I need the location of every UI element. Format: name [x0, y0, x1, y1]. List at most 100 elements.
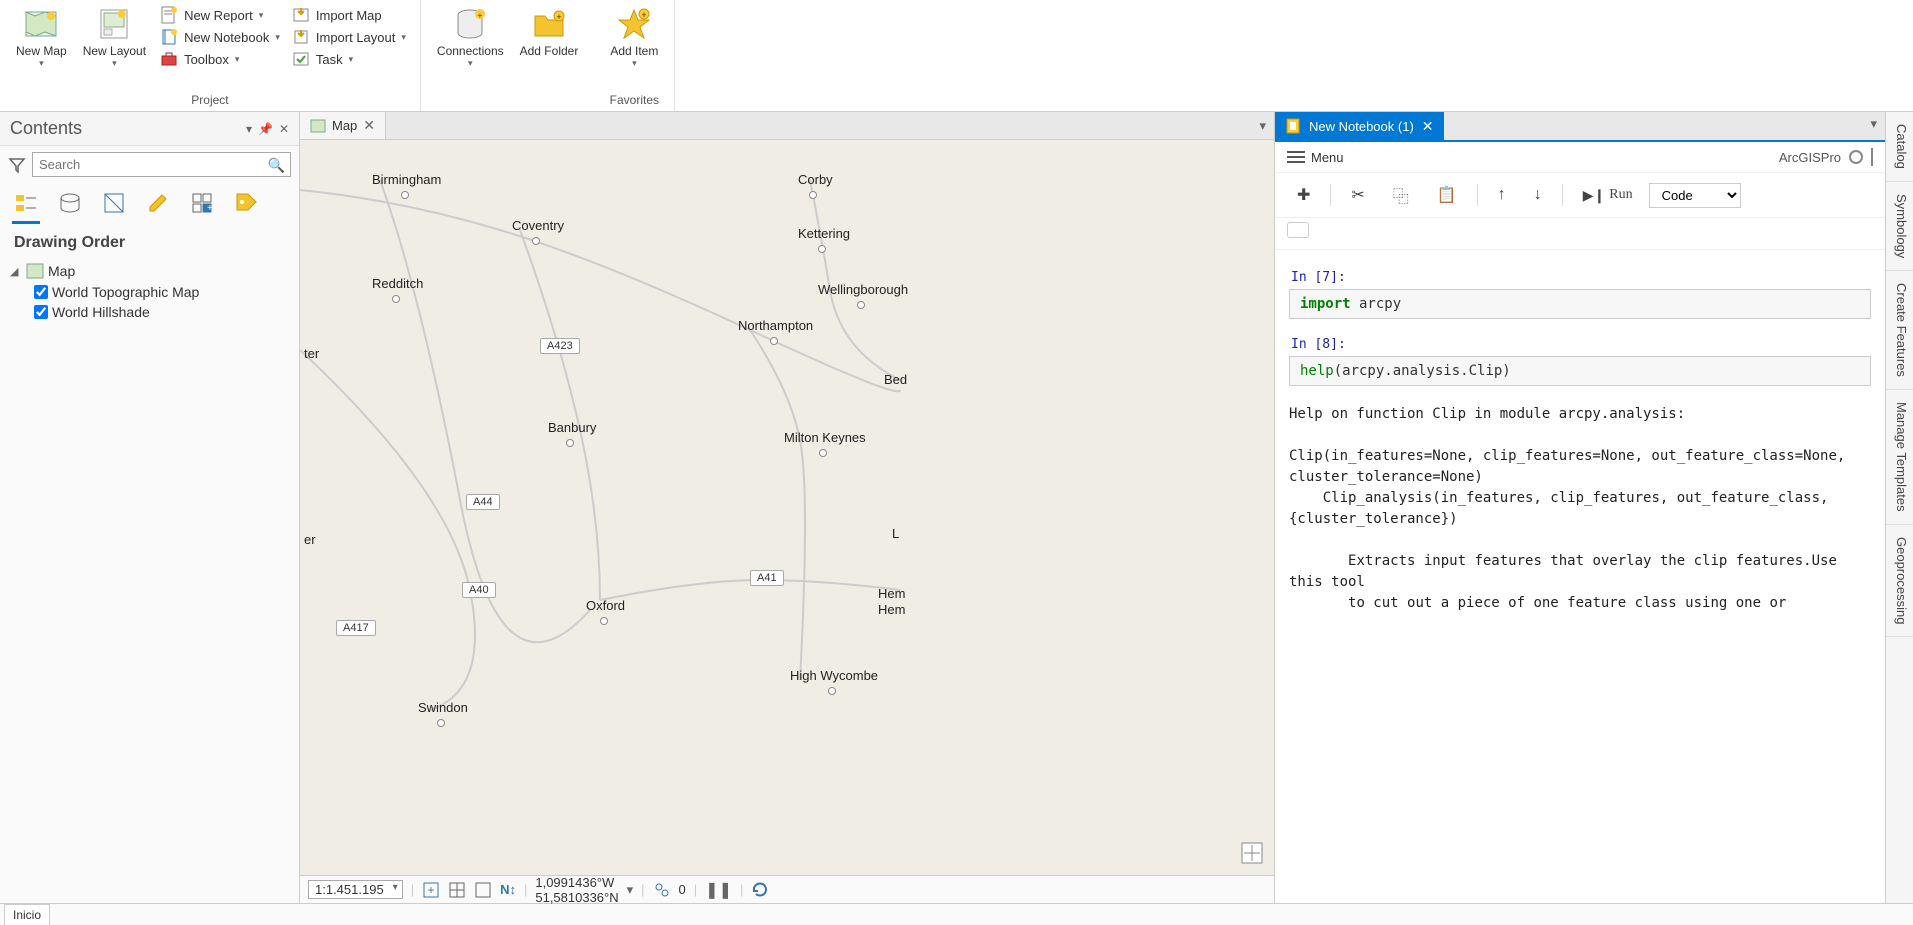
city-label: Northampton [738, 318, 813, 348]
coords-label: 1,0991436°W 51,5810336°N [535, 875, 618, 905]
map-icon [26, 262, 44, 280]
cell-type-select[interactable]: Code [1649, 183, 1741, 208]
move-down-button[interactable]: ↓ [1522, 180, 1554, 210]
layer-checkbox[interactable] [34, 305, 48, 319]
close-icon[interactable]: ✕ [1422, 118, 1434, 135]
notebook-cell[interactable]: In [8]:help(arcpy.analysis.Clip) [1289, 337, 1871, 386]
notebook-cells[interactable]: In [7]: import arcpy In [8]:help(arcpy.ana… [1275, 250, 1885, 903]
pin-icon[interactable]: 📌 [258, 122, 273, 136]
copy-button[interactable]: ⿻ [1381, 177, 1421, 213]
close-icon[interactable]: ✕ [279, 122, 289, 136]
pause-icon[interactable]: ❚❚ [705, 880, 732, 900]
cell-output: Help on function Clip in module arcpy.an… [1289, 404, 1871, 614]
connections-button[interactable]: + Connections▾ [429, 2, 512, 91]
import-layout-button[interactable]: Import Layout ▾ [292, 28, 406, 46]
report-icon [160, 6, 178, 24]
grid-icon[interactable] [448, 881, 466, 899]
snapping-icon[interactable] [474, 881, 492, 899]
road-label: A41 [750, 570, 784, 586]
map-canvas[interactable]: BirminghamCoventryRedditchBanburyOxfordS… [300, 140, 1274, 875]
add-item-button[interactable]: + Add Item▾ [602, 2, 666, 91]
ribbon-group-label: Favorites [602, 91, 666, 109]
add-folder-button[interactable]: + Add Folder [512, 2, 587, 91]
statusbar-tab[interactable]: Inicio [4, 904, 50, 925]
new-layout-button[interactable]: New Layout▾ [75, 2, 154, 91]
menu-button[interactable]: Menu [1287, 148, 1344, 166]
nav-icon[interactable] [1240, 841, 1264, 865]
svg-text:+: + [207, 203, 213, 214]
tab-dropdown-icon[interactable]: ▾ [1251, 118, 1274, 134]
cell-prompt: In [7]: [1291, 270, 1871, 285]
kernel-status-icon [1849, 150, 1863, 164]
move-up-button[interactable]: ↑ [1486, 180, 1518, 210]
city-label: Coventry [512, 218, 564, 248]
notebook-tab[interactable]: New Notebook (1) ✕ [1275, 112, 1444, 140]
right-tab-create-features[interactable]: Create Features [1886, 271, 1913, 390]
notebook-toolbar: ✚ ✂ ⿻ 📋 ↑ ↓ ▶❙ Run Code [1275, 173, 1885, 218]
right-tab-geoprocessing[interactable]: Geoprocessing [1886, 525, 1913, 637]
selection-icon[interactable] [653, 881, 671, 899]
new-map-button[interactable]: New Map▾ [8, 2, 75, 91]
import-map-icon [292, 6, 310, 24]
tree-map-node[interactable]: ◢ Map [10, 260, 289, 282]
road-label: A44 [466, 494, 500, 510]
paste-button[interactable]: 📋 [1425, 179, 1469, 211]
map-roads [300, 140, 1274, 875]
layer-label: World Topographic Map [52, 284, 199, 300]
north-icon[interactable]: N↕ [500, 882, 516, 897]
coords-dropdown[interactable]: ▾ [627, 882, 634, 898]
cut-button[interactable]: ✂ [1339, 179, 1376, 211]
map-icon [23, 6, 59, 42]
new-notebook-button[interactable]: New Notebook ▾ [160, 28, 280, 46]
dropdown-icon[interactable]: ▾ [246, 122, 252, 136]
notebook-icon [160, 28, 178, 46]
city-label: Kettering [798, 226, 850, 256]
run-button[interactable]: ▶❙ Run [1571, 181, 1645, 210]
road-label: A423 [540, 338, 580, 354]
close-icon[interactable]: ✕ [363, 117, 375, 134]
refresh-icon[interactable] [751, 881, 769, 899]
list-by-selection-icon[interactable] [102, 191, 126, 215]
map-statusbar: 1:1.451.195 | + N↕ | 1,0991436°W 51,5810… [300, 875, 1274, 903]
collapse-icon[interactable]: ◢ [10, 265, 22, 278]
list-by-edit-icon[interactable] [146, 191, 170, 215]
ribbon-group-label: Project [8, 91, 412, 109]
cell-code[interactable]: help(arcpy.analysis.Clip) [1289, 356, 1871, 386]
notebook-cell[interactable]: In [7]: import arcpy [1289, 270, 1871, 319]
layer-checkbox[interactable] [34, 285, 48, 299]
city-label: Corby [798, 172, 833, 202]
city-label: er [304, 532, 316, 547]
add-cell-button[interactable]: ✚ [1285, 179, 1322, 211]
import-layout-icon [292, 28, 310, 46]
list-by-drawing-icon[interactable] [14, 191, 38, 215]
list-by-label-icon[interactable] [234, 191, 258, 215]
list-by-source-icon[interactable] [58, 191, 82, 215]
cell-code[interactable]: import arcpy [1289, 289, 1871, 319]
selection-count: 0 [679, 882, 686, 897]
keyboard-icon[interactable] [1287, 222, 1309, 238]
task-button[interactable]: Task ▾ [292, 50, 406, 68]
right-tab-manage-templates[interactable]: Manage Templates [1886, 390, 1913, 525]
filter-icon[interactable] [8, 156, 26, 174]
layer-row[interactable]: World Hillshade [10, 302, 289, 322]
contents-title: Contents [10, 118, 240, 139]
import-map-button[interactable]: Import Map [292, 6, 406, 24]
right-tab-symbology[interactable]: Symbology [1886, 182, 1913, 271]
map-tab[interactable]: Map ✕ [300, 112, 386, 139]
search-icon[interactable]: 🔍 [268, 157, 285, 174]
add-preset-icon[interactable]: + [422, 881, 440, 899]
scale-input[interactable]: 1:1.451.195 [308, 880, 403, 899]
contents-search-input[interactable] [32, 152, 291, 177]
toolbox-button[interactable]: Toolbox ▾ [160, 50, 280, 68]
svg-text:+: + [642, 10, 647, 20]
right-tab-catalog[interactable]: Catalog [1886, 112, 1913, 182]
hamburger-icon [1287, 148, 1305, 166]
city-label: Banbury [548, 420, 596, 450]
new-report-button[interactable]: New Report ▾ [160, 6, 280, 24]
layer-row[interactable]: World Topographic Map [10, 282, 289, 302]
svg-text:+: + [556, 12, 561, 22]
list-by-snapping-icon[interactable]: + [190, 191, 214, 215]
tab-dropdown-icon[interactable]: ▾ [1862, 112, 1885, 140]
city-label: Swindon [418, 700, 468, 730]
notebook-tabbar: New Notebook (1) ✕ [1275, 112, 1444, 140]
